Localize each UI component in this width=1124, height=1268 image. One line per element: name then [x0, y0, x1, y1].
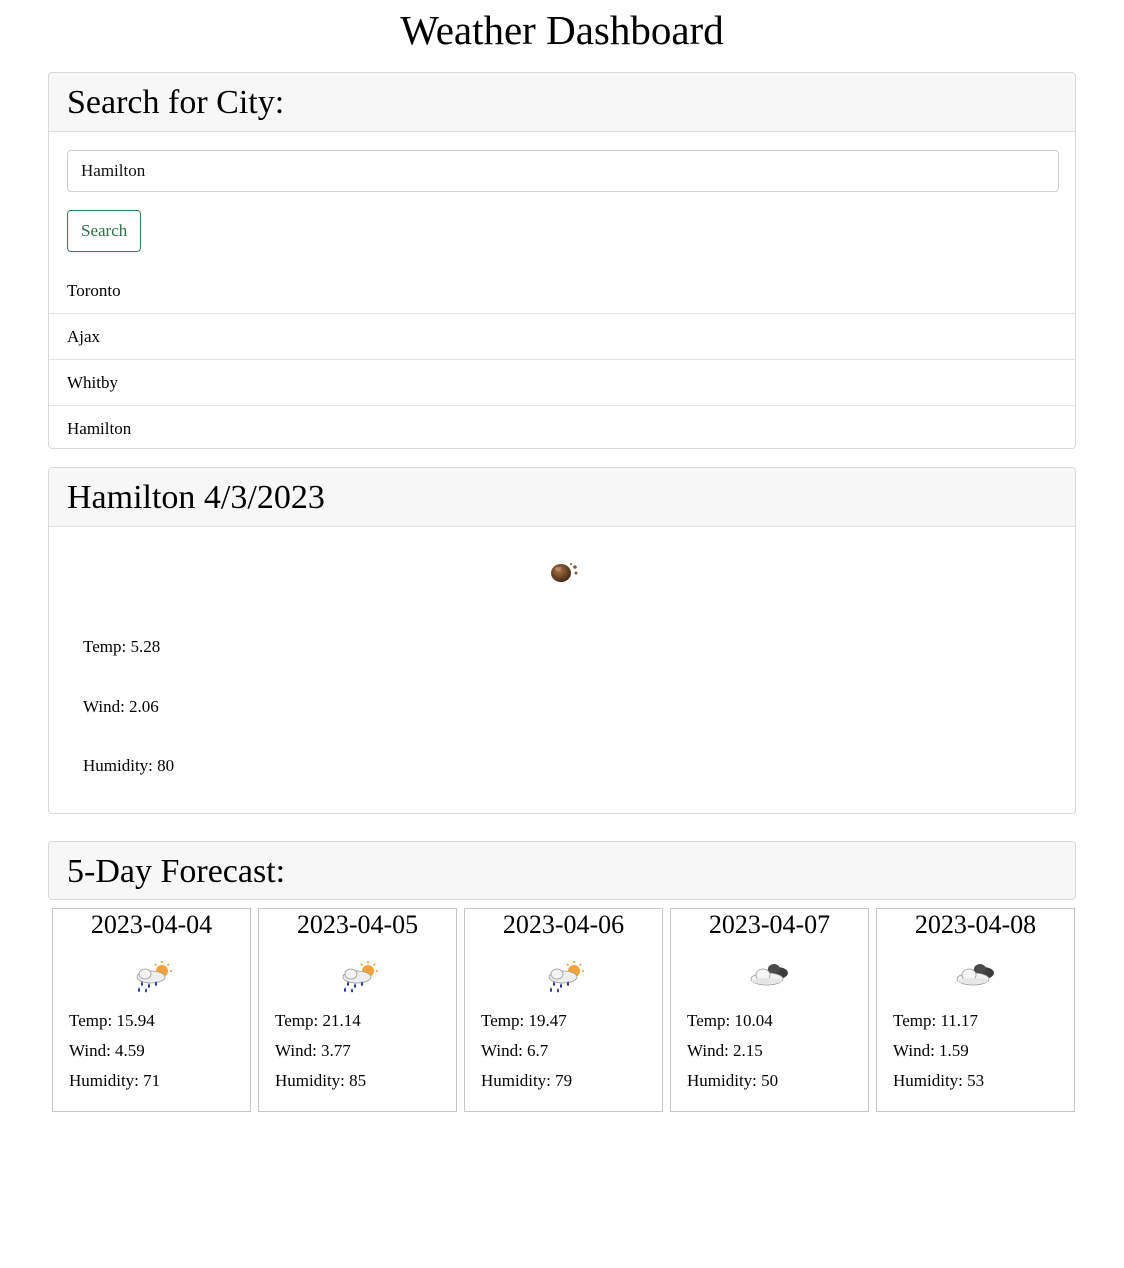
forecast-wind: Wind: 6.7	[481, 1041, 549, 1060]
sun-rain-icon	[548, 961, 584, 993]
forecast-day: 2023-04-05 Temp: 21.14 Wind: 3.77 Humidi…	[258, 908, 457, 1112]
forecast-day: 2023-04-07 Temp: 10.04 Wind: 2.15 Humidi…	[670, 908, 869, 1112]
forecast-card: 5-Day Forecast:	[48, 841, 1076, 900]
fog-icon	[551, 562, 578, 582]
current-weather-title: Hamilton 4/3/2023	[49, 468, 1075, 527]
page-title: Weather Dashboard	[400, 7, 724, 53]
forecast-humidity: Humidity: 85	[275, 1071, 367, 1090]
history-item-toronto[interactable]: Toronto	[49, 268, 1075, 314]
forecast-date: 2023-04-05	[296, 910, 419, 939]
forecast-humidity: Humidity: 50	[687, 1071, 779, 1090]
search-button[interactable]: Search	[67, 210, 142, 252]
forecast-temp: Temp: 10.04	[687, 1011, 773, 1030]
city-search-input[interactable]	[67, 150, 1059, 192]
search-history-list: Toronto Ajax Whitby Hamilton	[49, 268, 1075, 448]
search-card: Search for City: Search Toronto Ajax Whi…	[48, 72, 1076, 449]
sun-rain-icon	[136, 961, 172, 993]
current-wind: Wind: 2.06	[83, 697, 159, 716]
forecast-humidity: Humidity: 53	[893, 1071, 985, 1090]
forecast-row: 2023-04-04 Temp: 15.94 Wind: 4.59 Humidi…	[52, 908, 1076, 1112]
forecast-wind: Wind: 3.77	[275, 1041, 351, 1060]
history-item-hamilton[interactable]: Hamilton	[49, 406, 1075, 448]
history-item-ajax[interactable]: Ajax	[49, 314, 1075, 360]
forecast-humidity: Humidity: 79	[481, 1071, 573, 1090]
current-humidity: Humidity: 80	[83, 756, 175, 775]
history-item-whitby[interactable]: Whitby	[49, 360, 1075, 406]
forecast-temp: Temp: 11.17	[893, 1011, 979, 1030]
forecast-title: 5-Day Forecast:	[49, 842, 1075, 899]
current-temp: Temp: 5.28	[83, 637, 161, 656]
search-card-title: Search for City:	[49, 73, 1075, 132]
forecast-humidity: Humidity: 71	[69, 1071, 161, 1090]
sun-rain-icon	[342, 961, 378, 993]
forecast-temp: Temp: 19.47	[481, 1011, 567, 1030]
forecast-date: 2023-04-07	[708, 910, 831, 939]
forecast-wind: Wind: 1.59	[893, 1041, 969, 1060]
cloudy-icon	[750, 964, 788, 986]
current-weather-card: Hamilton 4/3/2023 Temp: 5.28 Wind: 2.06 …	[48, 467, 1076, 814]
forecast-date: 2023-04-04	[90, 910, 213, 939]
forecast-day: 2023-04-04 Temp: 15.94 Wind: 4.59 Humidi…	[52, 908, 251, 1112]
forecast-wind: Wind: 2.15	[687, 1041, 763, 1060]
forecast-date: 2023-04-06	[502, 910, 625, 939]
forecast-date: 2023-04-08	[914, 910, 1037, 939]
forecast-day: 2023-04-08 Temp: 11.17 Wind: 1.59 Humidi…	[876, 908, 1075, 1112]
forecast-temp: Temp: 15.94	[69, 1011, 155, 1030]
cloudy-icon	[956, 964, 994, 986]
forecast-day: 2023-04-06 Temp: 19.47 Wind: 6.7 Humidit…	[464, 908, 663, 1112]
forecast-temp: Temp: 21.14	[275, 1011, 361, 1030]
forecast-wind: Wind: 4.59	[69, 1041, 145, 1060]
